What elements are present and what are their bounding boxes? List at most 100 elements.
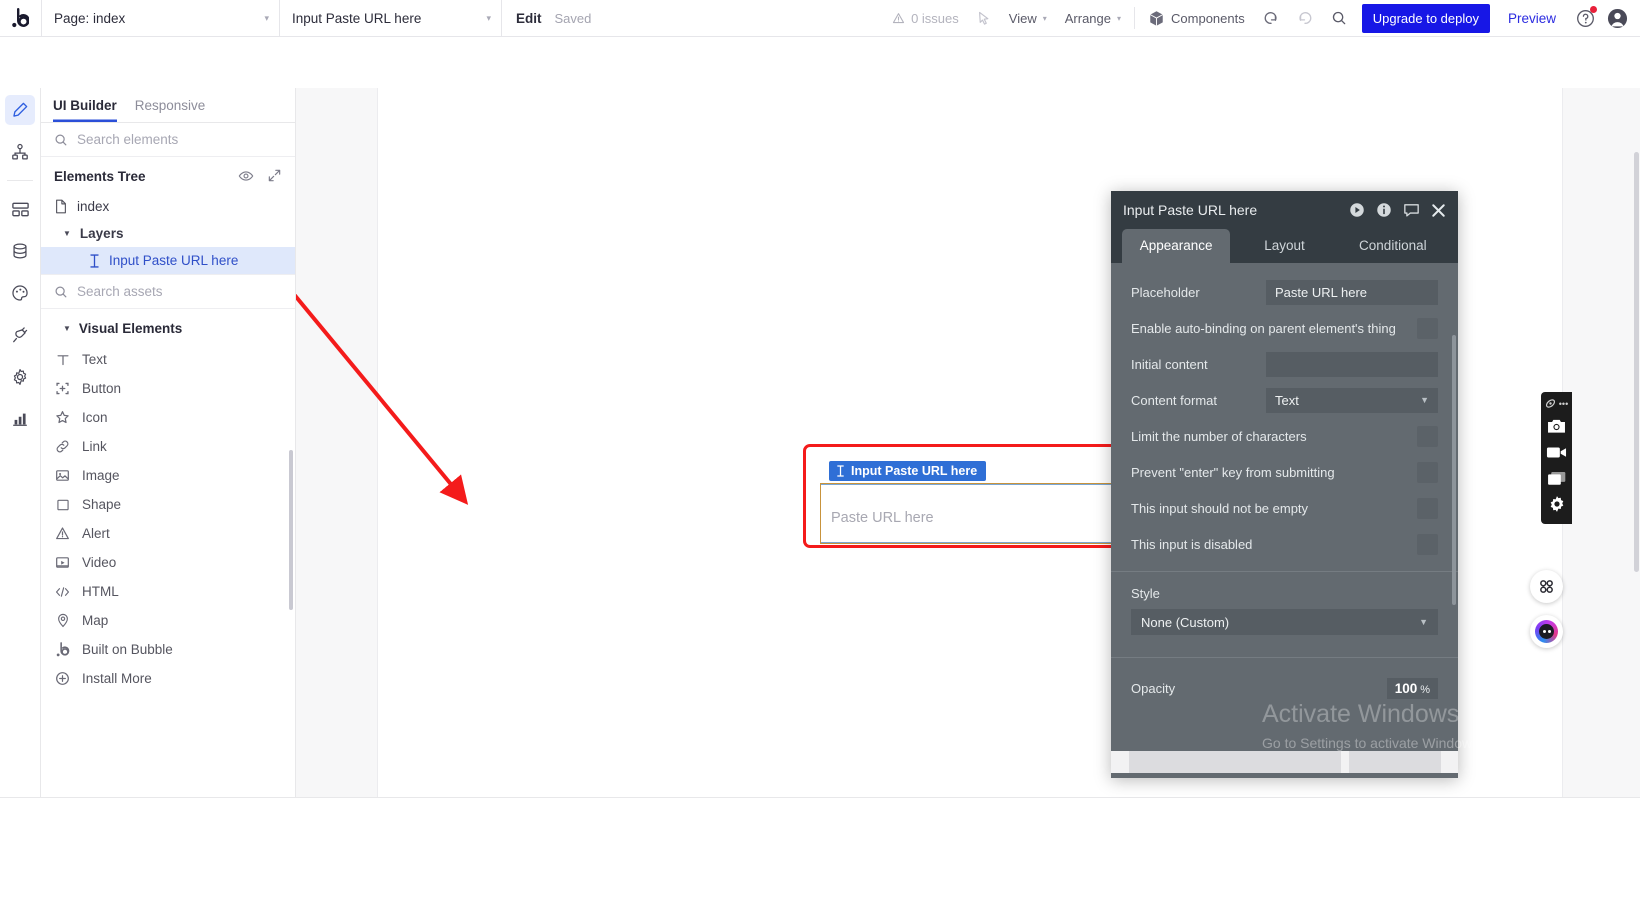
close-icon[interactable] (1431, 203, 1446, 218)
expand-icon[interactable] (267, 168, 282, 183)
components-label: Components (1171, 10, 1245, 26)
search-button[interactable] (1322, 0, 1356, 37)
left-panel-scrollbar[interactable] (289, 450, 293, 610)
prevent-enter-checkbox[interactable] (1417, 461, 1438, 483)
play-icon[interactable] (1349, 202, 1365, 218)
tree-item-index[interactable]: index (41, 193, 295, 220)
not-empty-checkbox[interactable] (1417, 497, 1438, 519)
element-item-html[interactable]: HTML (41, 577, 295, 606)
search-elements-input[interactable]: Search elements (41, 123, 295, 157)
footer-segment[interactable] (1129, 751, 1341, 773)
element-item-shape[interactable]: Shape (41, 490, 295, 519)
screen-recorder-toolbar: ••• (1541, 392, 1572, 524)
element-item-built-on-bubble[interactable]: Built on Bubble (41, 635, 295, 664)
properties-panel-header[interactable]: Input Paste URL here (1111, 191, 1458, 229)
opacity-unit: % (1420, 684, 1430, 696)
triangle-down-icon: ▼ (63, 324, 71, 333)
element-item-alert[interactable]: Alert (41, 519, 295, 548)
upgrade-to-deploy-button[interactable]: Upgrade to deploy (1361, 3, 1490, 33)
field-label: Enable auto-binding on parent element's … (1131, 320, 1396, 336)
element-item-link[interactable]: Link (41, 432, 295, 461)
eye-icon[interactable] (238, 168, 254, 184)
elements-tree-header: Elements Tree (41, 157, 295, 193)
visual-elements-header[interactable]: ▼ Visual Elements (41, 309, 295, 345)
page-selector[interactable]: Page: index ▾ (41, 0, 279, 37)
search-icon (55, 285, 67, 297)
auto-binding-checkbox[interactable] (1417, 317, 1438, 339)
content-format-select[interactable]: Text ▼ (1266, 387, 1438, 413)
arrange-menu[interactable]: Arrange ▾ (1056, 0, 1130, 37)
tab-appearance[interactable]: Appearance (1122, 229, 1231, 263)
recorder-menu-dots[interactable]: ••• (1559, 399, 1568, 409)
search-icon (1332, 11, 1346, 25)
rail-item-logs[interactable] (5, 404, 35, 434)
avatar[interactable] (1603, 0, 1640, 37)
element-item-install-more[interactable]: Install More (41, 664, 295, 693)
element-item-text[interactable]: Text (41, 345, 295, 374)
ai-assistant-button[interactable] (1530, 615, 1563, 648)
redo-button[interactable] (1288, 0, 1322, 37)
recorder-logo-icon[interactable]: ••• (1545, 397, 1568, 413)
triangle-down-icon[interactable]: ▼ (63, 229, 71, 238)
chevron-down-icon: ▼ (1420, 395, 1429, 405)
capture-window-button[interactable] (1543, 465, 1571, 491)
rail-item-design[interactable] (5, 95, 35, 125)
field-content-format: Content format Text ▼ (1111, 382, 1458, 418)
help-button[interactable] (1568, 0, 1603, 37)
element-item-image[interactable]: Image (41, 461, 295, 490)
selected-element-badge[interactable]: Input Paste URL here (829, 461, 987, 481)
disabled-checkbox[interactable] (1417, 533, 1438, 555)
tab-responsive[interactable]: Responsive (135, 98, 206, 122)
initial-content-input[interactable] (1266, 351, 1438, 377)
cube-icon (1150, 10, 1163, 26)
opacity-value-input[interactable]: 100 % (1386, 678, 1438, 699)
bubble-logo-icon[interactable] (0, 0, 41, 37)
rail-item-styles[interactable] (5, 278, 35, 308)
properties-panel-scrollbar[interactable] (1452, 335, 1456, 605)
record-video-button[interactable] (1543, 439, 1571, 465)
rail-item-plugins[interactable] (5, 320, 35, 350)
palette-icon (12, 285, 28, 301)
opacity-number: 100 (1394, 681, 1418, 696)
element-item-label: Link (82, 439, 107, 454)
recorder-settings-button[interactable] (1543, 491, 1571, 517)
preview-button[interactable]: Preview (1496, 11, 1568, 26)
comment-icon[interactable] (1403, 202, 1420, 218)
tab-ui-builder[interactable]: UI Builder (53, 98, 117, 122)
properties-panel-body: Placeholder Paste URL here Enable auto-b… (1111, 263, 1458, 773)
element-item-icon[interactable]: Icon (41, 403, 295, 432)
tree-item-layers[interactable]: ▼ Layers (41, 220, 295, 247)
footer-segment[interactable] (1349, 751, 1441, 773)
rail-item-layout[interactable] (5, 194, 35, 224)
element-item-video[interactable]: Video (41, 548, 295, 577)
style-select[interactable]: None (Custom) ▼ (1131, 609, 1438, 635)
element-item-label: Shape (82, 497, 122, 512)
chevron-down-icon: ▼ (1419, 617, 1428, 627)
chevron-down-icon: ▾ (1117, 13, 1122, 23)
rail-item-settings[interactable] (5, 362, 35, 392)
tab-conditional[interactable]: Conditional (1339, 229, 1447, 263)
info-icon[interactable] (1376, 202, 1392, 218)
apps-grid-icon (1540, 580, 1553, 593)
element-item-button[interactable]: Button (41, 374, 295, 403)
canvas-left-gutter (296, 88, 378, 797)
rail-item-workflow[interactable] (5, 137, 35, 167)
rail-item-data[interactable] (5, 236, 35, 266)
components-button[interactable]: Components (1139, 0, 1254, 37)
apps-grid-button[interactable] (1530, 570, 1563, 603)
edit-tab[interactable]: Edit (516, 11, 542, 26)
undo-button[interactable] (1254, 0, 1288, 37)
select-tool-button[interactable] (968, 0, 1000, 37)
tree-item-input-paste-url[interactable]: Input Paste URL here (41, 247, 295, 274)
canvas-scrollbar[interactable] (1634, 152, 1639, 572)
element-selector[interactable]: Input Paste URL here ▾ (279, 0, 501, 37)
search-assets-input[interactable]: Search assets (41, 274, 295, 309)
tab-layout[interactable]: Layout (1230, 229, 1338, 263)
screenshot-button[interactable] (1543, 413, 1571, 439)
properties-panel-title: Input Paste URL here (1123, 202, 1258, 218)
view-menu[interactable]: View ▾ (1000, 0, 1056, 37)
placeholder-input[interactable]: Paste URL here (1266, 279, 1438, 305)
element-item-map[interactable]: Map (41, 606, 295, 635)
issues-indicator[interactable]: 0 issues (883, 0, 968, 37)
limit-characters-checkbox[interactable] (1417, 425, 1438, 447)
